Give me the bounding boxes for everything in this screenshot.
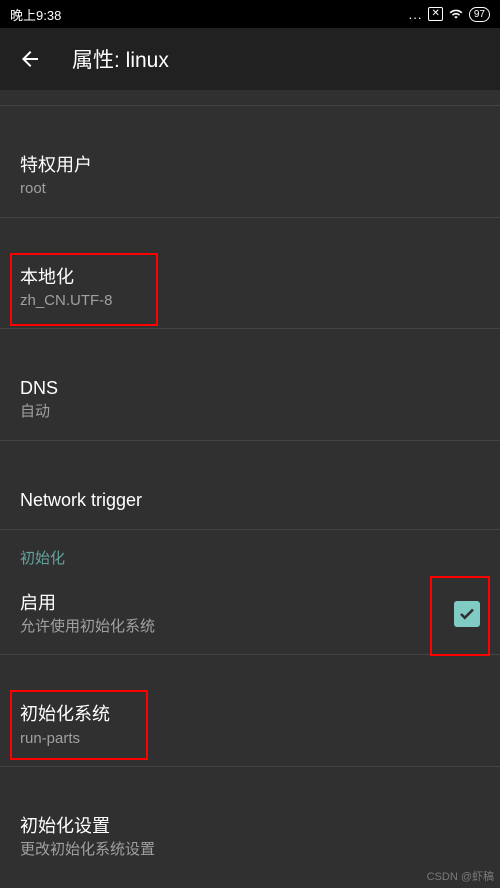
item-title: Network trigger xyxy=(20,488,480,512)
checkbox-checked-icon[interactable] xyxy=(454,601,480,627)
gap xyxy=(0,655,500,685)
item-localization[interactable]: 本地化 zh_CN.UTF-8 xyxy=(0,248,500,330)
gap xyxy=(0,767,500,797)
item-subtitle: 允许使用初始化系统 xyxy=(20,617,454,637)
gap xyxy=(0,329,500,359)
item-privileged-user[interactable]: 特权用户 root xyxy=(0,136,500,218)
status-bar: 晚上9:38 ... ✕ 97 xyxy=(0,0,500,28)
item-subtitle: root xyxy=(20,179,480,199)
gap xyxy=(0,441,500,471)
item-title: 初始化系统 xyxy=(20,702,480,726)
item-network-trigger[interactable]: Network trigger xyxy=(0,471,500,530)
settings-list: 特权用户 root 本地化 zh_CN.UTF-8 DNS 自动 Network… xyxy=(0,90,500,878)
item-enable-init[interactable]: 启用 允许使用初始化系统 xyxy=(0,574,500,656)
battery-icon: 97 xyxy=(469,7,490,22)
watermark: CSDN @虾稿 xyxy=(427,868,494,884)
status-time: 晚上9:38 xyxy=(10,5,61,24)
item-title: 启用 xyxy=(20,591,454,615)
wifi-icon xyxy=(449,7,463,21)
item-subtitle: zh_CN.UTF-8 xyxy=(20,291,480,311)
app-bar: 属性: linux xyxy=(0,28,500,90)
status-right: ... ✕ 97 xyxy=(409,7,490,22)
item-title: 本地化 xyxy=(20,265,480,289)
section-header-init: 初始化 xyxy=(0,530,500,574)
item-subtitle: 自动 xyxy=(20,402,480,422)
item-dns[interactable]: DNS 自动 xyxy=(0,359,500,441)
item-subtitle: 更改初始化系统设置 xyxy=(20,840,480,860)
item-title: DNS xyxy=(20,376,480,400)
item-title: 初始化设置 xyxy=(20,814,480,838)
item-title: 特权用户 xyxy=(20,153,480,177)
item-subtitle: run-parts xyxy=(20,729,480,749)
signal-dots-icon: ... xyxy=(409,7,423,22)
x-box-icon: ✕ xyxy=(428,7,442,21)
back-arrow-icon[interactable] xyxy=(18,47,42,71)
divider xyxy=(0,98,500,106)
gap xyxy=(0,106,500,136)
page-title: 属性: linux xyxy=(72,44,169,74)
item-init-settings[interactable]: 初始化设置 更改初始化系统设置 xyxy=(0,797,500,878)
item-init-system[interactable]: 初始化系统 run-parts xyxy=(0,685,500,767)
gap xyxy=(0,218,500,248)
